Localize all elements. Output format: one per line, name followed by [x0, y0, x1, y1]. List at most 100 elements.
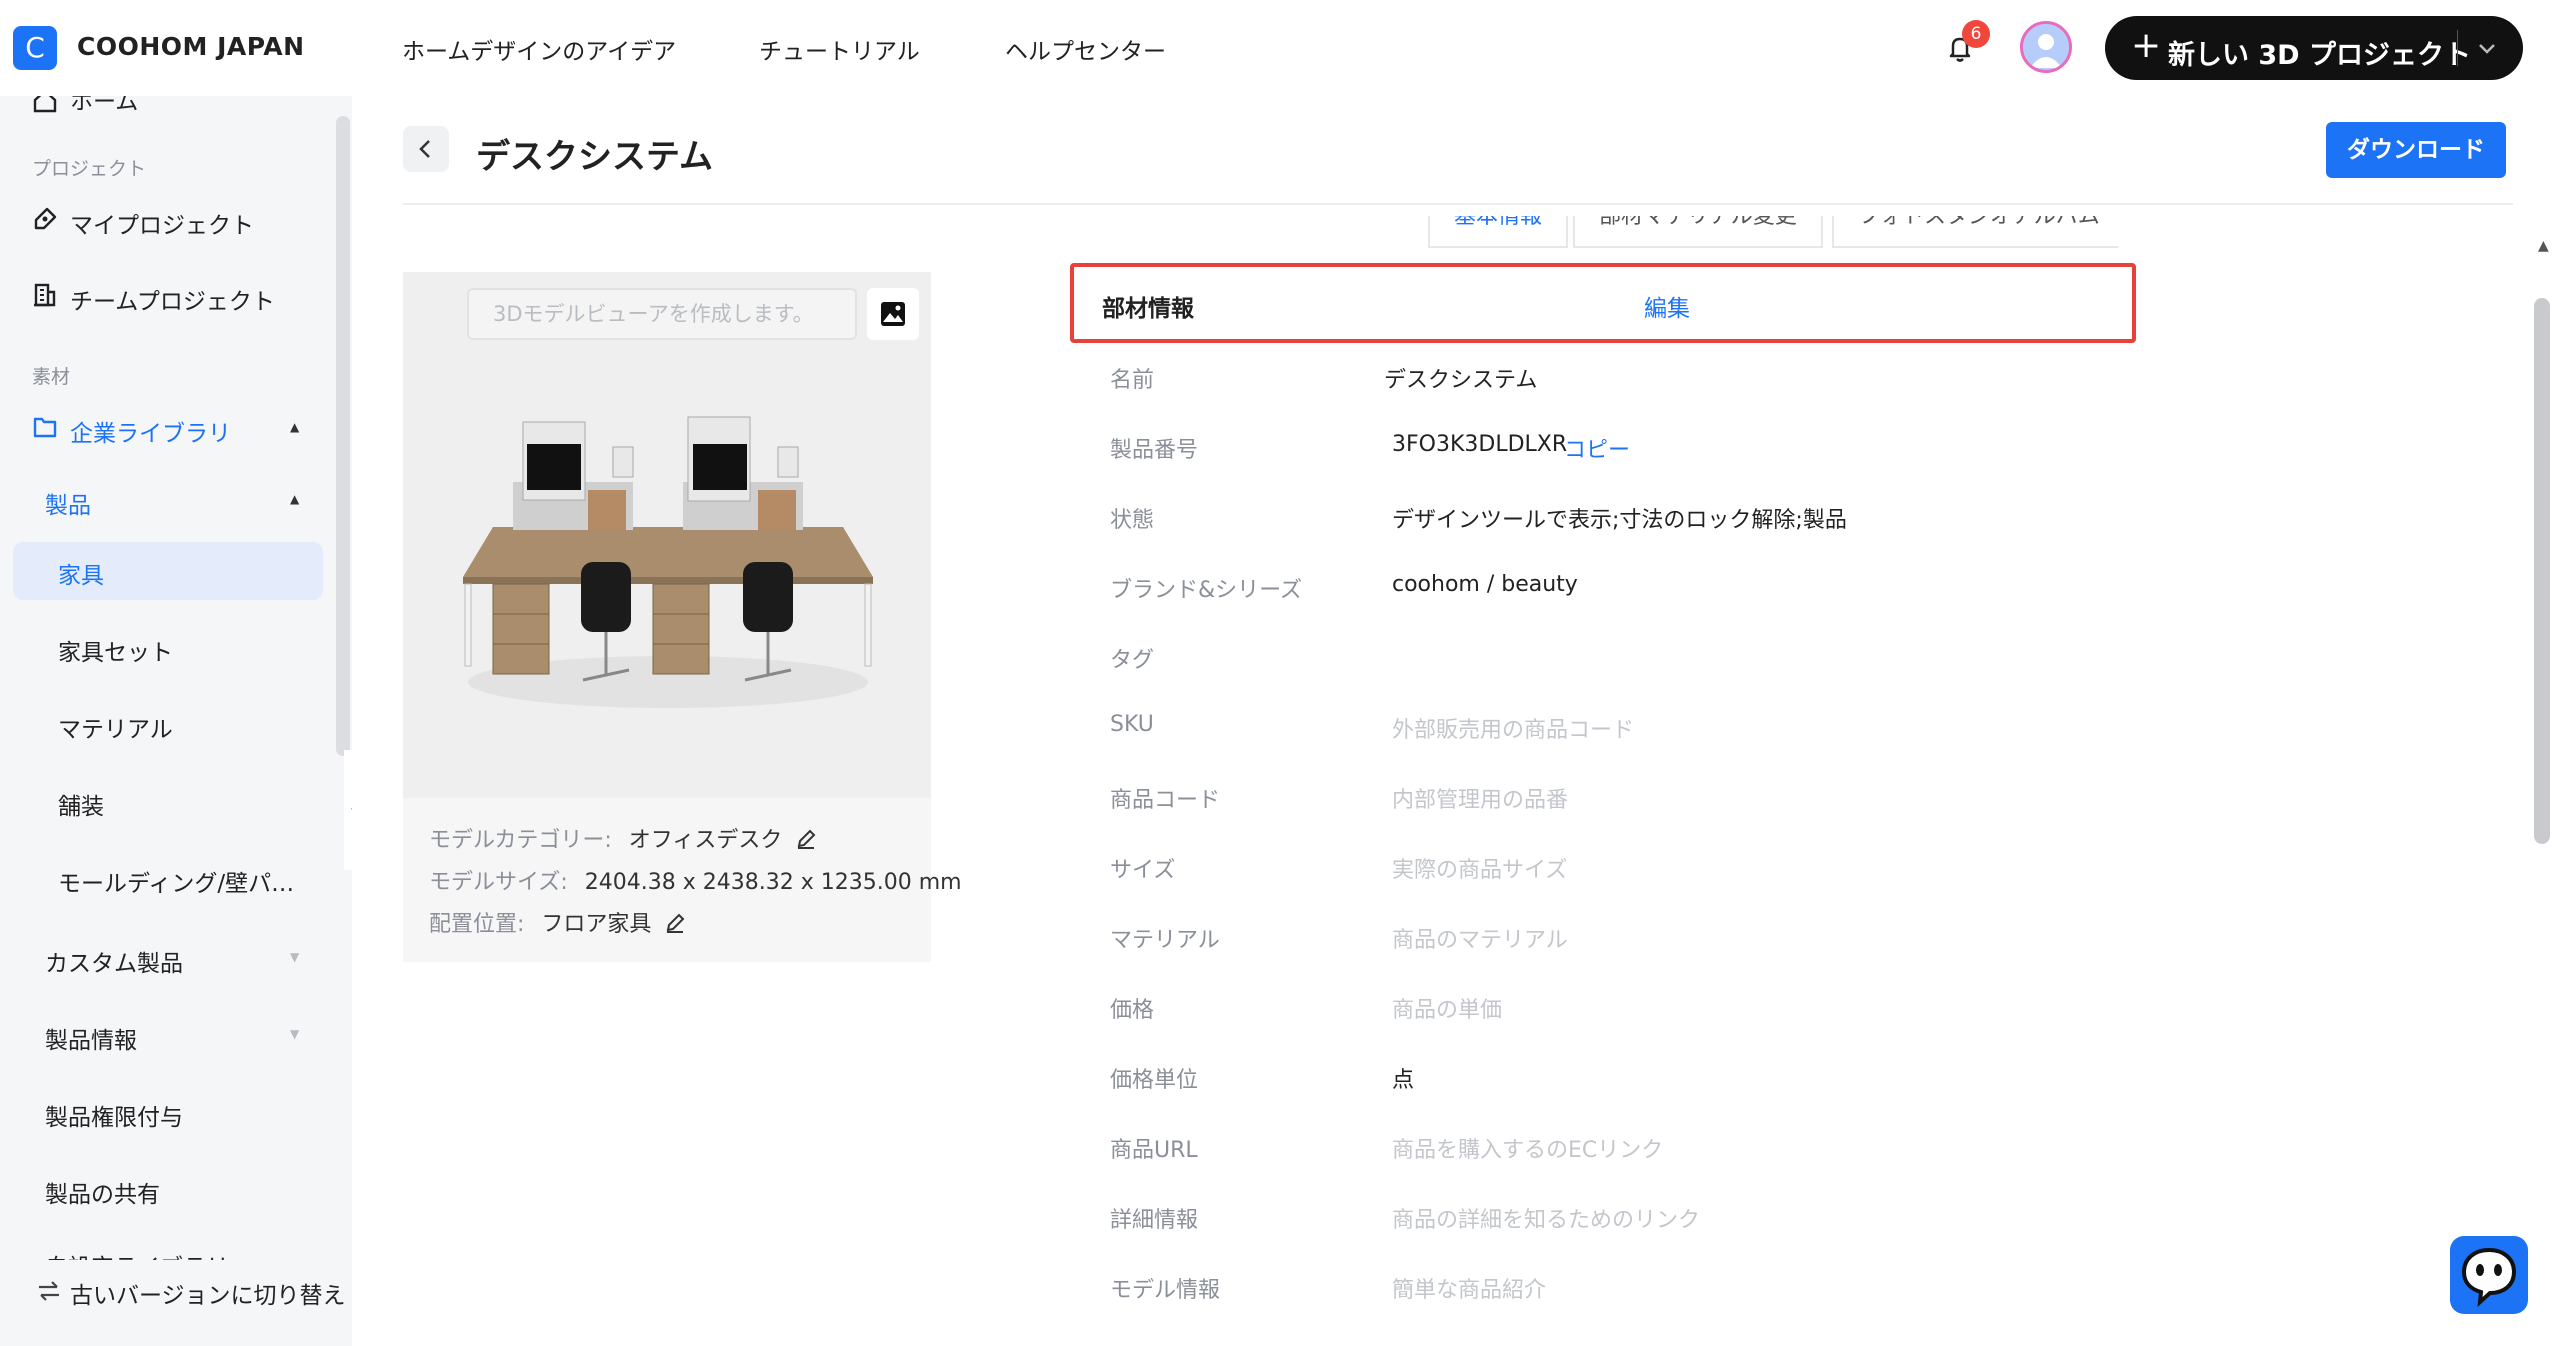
desk-system-image	[463, 416, 873, 708]
size-placeholder: 実際の商品サイズ	[1392, 858, 1568, 883]
sidebar-item-material[interactable]: マテリアル	[58, 710, 173, 744]
building-icon	[34, 283, 56, 307]
material-label: マテリアル	[1110, 928, 1220, 953]
placement-value: フロア家具	[541, 912, 652, 937]
info-row-model-info: モデル情報 簡単な商品紹介	[1110, 1272, 2110, 1312]
name-value: デスクシステム	[1384, 368, 1538, 393]
sidebar-item-paving[interactable]: 舗装	[58, 787, 104, 821]
nav-home-design-ideas[interactable]: ホームデザインのアイデア	[402, 32, 676, 66]
sidebar-footer: 古いバージョンに切り替え	[0, 1260, 352, 1346]
pen-folder-icon	[34, 207, 57, 230]
download-button[interactable]: ダウンロード	[2326, 122, 2506, 178]
sku-placeholder: 外部販売用の商品コード	[1392, 718, 1635, 743]
info-row-sku: SKU 外部販売用の商品コード	[1110, 712, 2110, 752]
logo-icon[interactable]: C	[13, 26, 57, 70]
sidebar-item-custom-products[interactable]: カスタム製品	[45, 944, 183, 978]
product-no-label: 製品番号	[1110, 438, 1199, 463]
info-row-status: 状態 デザインツールで表示;寸法のロック解除;製品	[1110, 502, 2110, 542]
sidebar-item-molding[interactable]: モールディング/壁パ…	[58, 864, 294, 898]
price-unit-value: 点	[1392, 1068, 1415, 1093]
caret-up-icon[interactable]: ▲	[290, 492, 299, 506]
home-icon	[33, 96, 57, 113]
nav-tutorial[interactable]: チュートリアル	[759, 32, 920, 66]
model-category-row: モデルカテゴリー: オフィスデスク	[429, 822, 817, 854]
switch-old-version-link[interactable]: 古いバージョンに切り替え	[70, 1276, 346, 1310]
code-label: 商品コード	[1110, 788, 1221, 813]
brand-name[interactable]: COOHOM JAPAN	[77, 32, 305, 61]
info-row-brand: ブランド&シリーズ coohom / beauty	[1110, 572, 2110, 612]
model-info-placeholder: 簡単な商品紹介	[1392, 1278, 1547, 1303]
chevron-left-icon	[419, 140, 430, 158]
price-placeholder: 商品の単価	[1392, 998, 1503, 1023]
folder-icon	[33, 417, 57, 438]
detail-placeholder: 商品の詳細を知るためのリンク	[1392, 1208, 1701, 1233]
sidebar-item-enterprise-library[interactable]: 企業ライブラリ	[70, 414, 231, 448]
section-header-highlighted: 部材情報 編集	[1070, 263, 2136, 343]
sidebar-item-furniture-set[interactable]: 家具セット	[58, 633, 173, 667]
info-row-url: 商品URL 商品を購入するのECリンク	[1110, 1132, 2110, 1172]
sku-label: SKU	[1110, 712, 1154, 737]
plus-icon: +	[2131, 25, 2162, 66]
info-row-product-no: 製品番号 3FO3K3DLDLXR コピー	[1110, 432, 2110, 472]
tab-strip: 基本情報 部材マテリアル変更 フォトスタジオアルバム	[1428, 216, 2118, 250]
new-3d-project-button[interactable]: + 新しい 3D プロジェクト	[2105, 16, 2523, 80]
new-3d-project-label: 新しい 3D プロジェクト	[2168, 40, 2471, 71]
brand-label: ブランド&シリーズ	[1110, 578, 1303, 603]
material-placeholder: 商品のマテリアル	[1392, 928, 1568, 953]
brand-value: coohom / beauty	[1392, 572, 1578, 597]
scroll-up-arrow-icon[interactable]: ▲	[2538, 238, 2549, 254]
info-row-code: 商品コード 内部管理用の品番	[1110, 782, 2110, 822]
placement-label: 配置位置:	[429, 912, 525, 937]
caret-down-icon[interactable]: ▼	[290, 1027, 299, 1041]
sidebar-section-material: 素材	[32, 366, 71, 388]
sidebar-item-product-permission[interactable]: 製品権限付与	[45, 1098, 183, 1132]
price-unit-label: 価格単位	[1110, 1068, 1199, 1093]
avatar[interactable]	[2020, 21, 2072, 73]
image-icon	[881, 302, 905, 326]
sidebar-item-furniture[interactable]: 家具	[58, 556, 104, 590]
back-button[interactable]	[403, 126, 449, 172]
chevron-down-icon[interactable]	[2475, 36, 2499, 60]
sidebar-scrollbar[interactable]	[336, 116, 350, 756]
info-row-size: サイズ 実際の商品サイズ	[1110, 852, 2110, 892]
info-row-price-unit: 価格単位 点	[1110, 1062, 2110, 1102]
sidebar-item-home[interactable]: ホーム	[70, 96, 138, 116]
section-title: 部材情報	[1102, 296, 1194, 322]
info-row-price: 価格 商品の単価	[1110, 992, 2110, 1032]
edit-button[interactable]: 編集	[1644, 289, 1690, 323]
page-title: デスクシステム	[476, 137, 713, 177]
product-no-value: 3FO3K3DLDLXR	[1392, 432, 1568, 457]
info-row-tag: タグ	[1110, 642, 2110, 682]
sidebar-item-products[interactable]: 製品	[45, 486, 91, 520]
sidebar-item-my-project[interactable]: マイプロジェクト	[70, 206, 254, 240]
model-info-label: モデル情報	[1110, 1278, 1221, 1303]
pencil-icon[interactable]	[795, 828, 817, 850]
model-size-label: モデルサイズ:	[429, 870, 568, 895]
status-label: 状態	[1110, 508, 1155, 533]
image-button[interactable]	[867, 288, 919, 340]
chat-support-button[interactable]	[2450, 1236, 2528, 1314]
nav-help-center[interactable]: ヘルプセンター	[1005, 32, 1166, 66]
name-label: 名前	[1110, 368, 1155, 393]
caret-up-icon[interactable]: ▲	[290, 420, 299, 434]
sidebar-item-product-share[interactable]: 製品の共有	[45, 1175, 160, 1209]
url-placeholder: 商品を購入するのECリンク	[1392, 1138, 1664, 1163]
model-preview[interactable]: 3Dモデルビューアを作成します。	[403, 272, 931, 798]
model-size-value: 2404.38 x 2438.32 x 1235.00 mm	[584, 870, 962, 895]
main-content: デスクシステム ダウンロード 3Dモデルビューアを作成します。 モデルカテゴリー…	[352, 96, 2560, 1346]
main-scrollbar[interactable]	[2534, 298, 2550, 844]
sidebar-item-team-project[interactable]: チームプロジェクト	[70, 282, 275, 316]
chat-bubble-icon	[2461, 1247, 2517, 1307]
info-row-detail: 詳細情報 商品の詳細を知るためのリンク	[1110, 1202, 2110, 1242]
caret-down-icon[interactable]: ▼	[290, 950, 299, 964]
tab-basic-info[interactable]: 基本情報	[1428, 216, 1569, 248]
button-divider	[2457, 30, 2458, 66]
tab-material-change[interactable]: 部材マテリアル変更	[1573, 216, 1823, 248]
tab-photo-album[interactable]: フォトスタジオアルバム	[1832, 216, 2118, 248]
url-label: 商品URL	[1110, 1138, 1198, 1163]
copy-button[interactable]: コピー	[1564, 432, 1630, 464]
sidebar-item-product-info[interactable]: 製品情報	[45, 1021, 137, 1055]
viewer-create-input[interactable]: 3Dモデルビューアを作成します。	[467, 288, 857, 340]
pencil-icon[interactable]	[664, 912, 686, 934]
tag-label: タグ	[1110, 648, 1155, 673]
